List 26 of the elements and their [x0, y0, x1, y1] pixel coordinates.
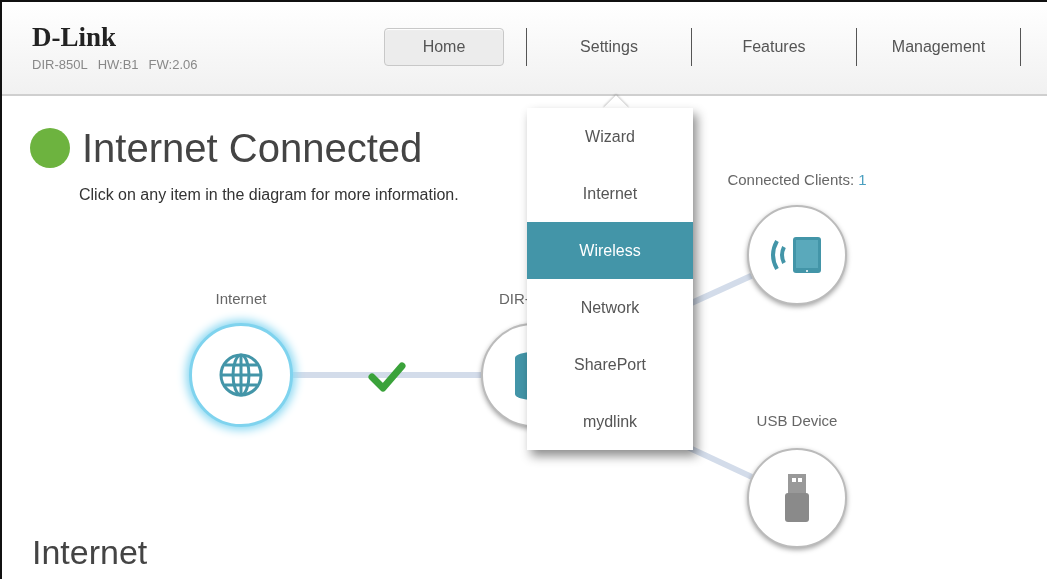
- node-label: Internet: [215, 289, 267, 309]
- section-heading: Internet: [32, 534, 148, 572]
- model-name: DIR-850L: [32, 57, 88, 72]
- menu-item[interactable]: mydlink: [527, 393, 693, 450]
- diagram-node[interactable]: [747, 448, 847, 548]
- nav-tab[interactable]: Settings: [526, 28, 691, 66]
- nav-tab[interactable]: Home: [384, 28, 504, 66]
- node-label-text: Connected Clients:: [727, 171, 856, 188]
- status-title: Internet Connected: [82, 128, 423, 168]
- globe-icon: [218, 352, 264, 398]
- nav-tab[interactable]: Features: [691, 28, 856, 66]
- menu-item[interactable]: Wizard: [527, 108, 693, 165]
- node-label: USB Device: [756, 411, 838, 431]
- diagram-node[interactable]: [747, 205, 847, 305]
- node-label: DIR-: [499, 289, 530, 309]
- hardware-version: HW:B1: [97, 57, 139, 72]
- usb-drive-icon: [784, 473, 810, 523]
- nav-tab[interactable]: Management: [856, 28, 1021, 66]
- client-count: 1: [858, 171, 867, 188]
- hint-text: Click on any item in the diagram for more information.: [79, 185, 459, 205]
- firmware-version: FW:2.06: [148, 57, 198, 72]
- diagram-node[interactable]: [189, 323, 293, 427]
- menu-item[interactable]: Network: [527, 279, 693, 336]
- menu-item[interactable]: Internet: [527, 165, 693, 222]
- menu-item[interactable]: SharePort: [527, 336, 693, 393]
- brand-logo: D-Link: [32, 24, 118, 51]
